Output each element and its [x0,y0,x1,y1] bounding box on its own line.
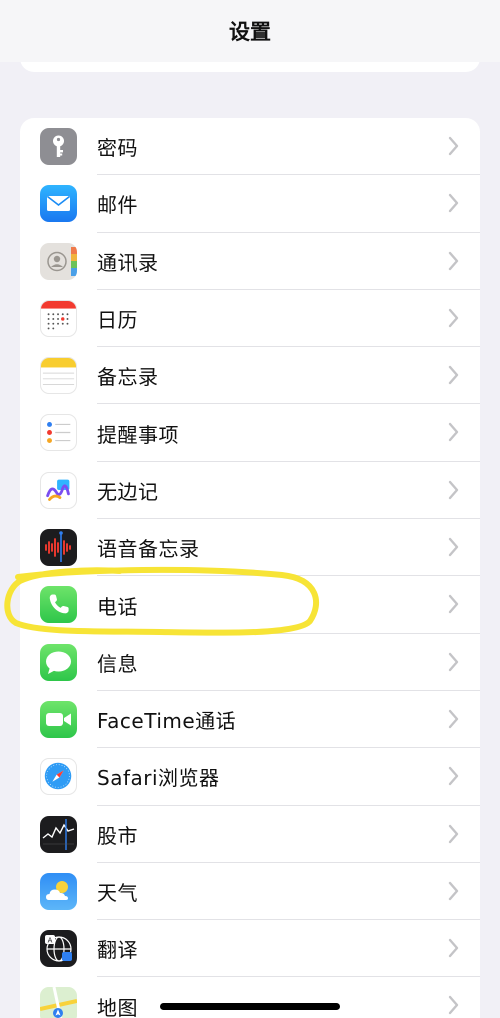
settings-row-label: 天气 [97,881,138,905]
settings-row-voice-memos[interactable]: 语音备忘录 [20,519,480,577]
weather-icon [40,872,77,910]
settings-row-messages[interactable]: 信息 [20,634,480,691]
settings-row-translate[interactable]: A 翻译 [20,920,480,978]
mail-icon [40,185,77,223]
settings-row-reminders[interactable]: 提醒事项 [20,404,480,462]
settings-row-label: 信息 [97,651,138,676]
chevron-right-icon [448,136,459,156]
chevron-right-icon [448,537,459,557]
contacts-icon [40,242,77,280]
chevron-right-icon [448,938,459,958]
settings-row-facetime[interactable]: FaceTime通话 [20,691,480,749]
apps-settings-list: 密码 邮件 通讯录 日历 备忘录 提醒事项 无边记 语音备忘录 电话 信息 Fa… [20,118,480,1018]
chevron-right-icon [448,996,459,1015]
settings-row-label: 无边记 [97,479,159,504]
settings-row-phone[interactable]: 电话 [20,576,480,634]
chevron-right-icon [448,709,459,729]
chevron-right-icon [448,767,459,786]
settings-row-label: 股市 [97,823,138,848]
navigation-bar: 设置 [0,0,500,62]
page-title: 设置 [229,20,271,44]
settings-row-label: 提醒事项 [97,422,179,447]
settings-row-freeform[interactable]: 无边记 [20,462,480,520]
facetime-icon [40,700,77,738]
settings-row-weather[interactable]: 天气 [20,863,480,921]
settings-row-label: 翻译 [97,938,138,963]
settings-row-label: 邮件 [97,193,138,218]
settings-row-calendar[interactable]: 日历 [20,290,480,348]
reminders-icon [40,414,77,452]
chevron-right-icon [448,251,459,270]
chevron-right-icon [448,194,459,213]
settings-row-contacts[interactable]: 通讯录 [20,233,480,290]
chevron-right-icon [448,595,459,614]
chevron-right-icon [448,881,459,901]
messages-icon [40,643,77,681]
settings-row-label: 密码 [97,136,138,161]
chevron-right-icon [448,308,459,328]
home-indicator[interactable] [160,1003,340,1010]
translate-icon: A [40,930,77,968]
chevron-right-icon [448,365,459,385]
svg-text:A: A [48,937,53,945]
chevron-right-icon [448,824,459,843]
notes-icon [40,357,77,395]
chevron-right-icon [448,652,459,671]
key-icon [40,128,77,165]
settings-row-label: FaceTime通话 [97,709,237,734]
chevron-right-icon [448,480,459,499]
settings-row-label: 通讯录 [97,250,159,275]
settings-row-safari[interactable]: Safari浏览器 [20,748,480,806]
settings-row-mail[interactable]: 邮件 [20,175,480,233]
settings-row-label: 日历 [97,308,138,333]
phone-icon [40,586,77,624]
maps-icon [40,987,77,1018]
settings-screen: 设置 密码 邮件 通讯录 日历 备忘录 提醒事项 无边记 语音备忘录 电话 信息… [0,0,500,1018]
settings-row-maps[interactable]: 地图 [20,977,480,1018]
safari-icon [40,758,77,796]
settings-row-label: 地图 [97,995,138,1018]
settings-row-stocks[interactable]: 股市 [20,806,480,863]
settings-row-label: 备忘录 [97,365,159,390]
settings-row-label: 电话 [97,594,138,619]
stocks-icon [40,815,77,853]
settings-row-label: Safari浏览器 [97,766,220,791]
settings-row-label: 语音备忘录 [97,537,200,562]
voice-memos-icon [40,529,77,567]
calendar-icon [40,299,77,337]
chevron-right-icon [448,423,459,442]
settings-row-notes[interactable]: 备忘录 [20,347,480,405]
freeform-icon [40,471,77,509]
settings-row-passwords[interactable]: 密码 [20,118,480,176]
